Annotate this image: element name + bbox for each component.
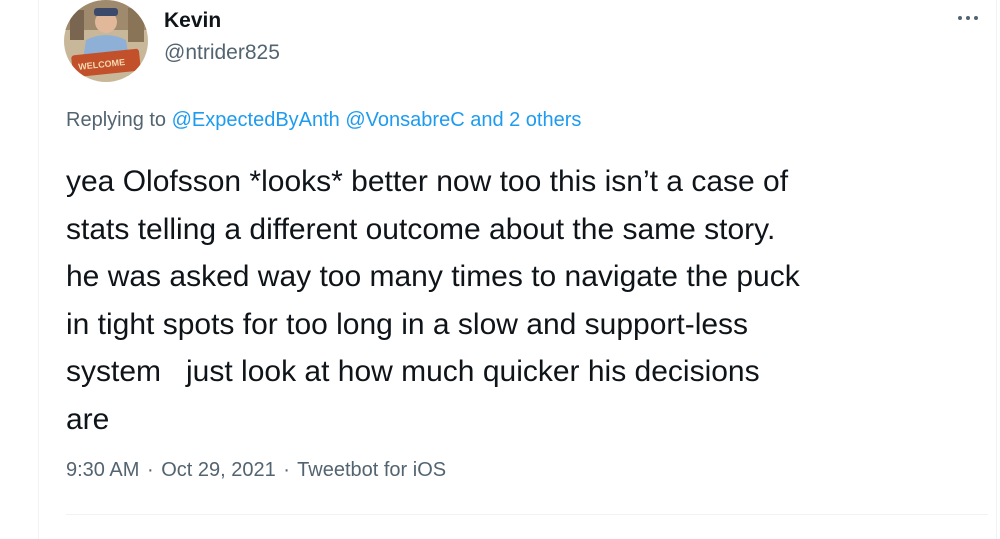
- tweet-source[interactable]: Tweetbot for iOS: [297, 459, 446, 481]
- tweet-text-line: system just look at how much quicker his…: [66, 355, 760, 388]
- tweet-metadata: 9:30 AM · Oct 29, 2021 · Tweetbot for iO…: [66, 458, 446, 482]
- divider: [66, 514, 988, 515]
- more-dot: [958, 16, 962, 20]
- more-horizontal-icon[interactable]: [951, 6, 985, 30]
- timeline-left-border: [38, 0, 39, 539]
- tweet-card: WELCOME Kevin @ntrider825 Replying to @E…: [0, 0, 1000, 539]
- meta-separator: ·: [146, 459, 154, 481]
- timestamp-time[interactable]: 9:30 AM: [66, 459, 139, 481]
- avatar[interactable]: WELCOME: [64, 0, 148, 82]
- tweet-text: yea Olofsson *looks* better now too this…: [66, 158, 991, 443]
- meta-separator: ·: [283, 459, 290, 481]
- timestamp-date[interactable]: Oct 29, 2021: [161, 459, 276, 481]
- mention-link[interactable]: @VonsabreC: [345, 109, 464, 131]
- mention-link[interactable]: @ExpectedByAnth: [172, 109, 340, 131]
- author-display-name[interactable]: Kevin: [164, 9, 221, 33]
- author-handle[interactable]: @ntrider825: [164, 41, 280, 65]
- others-link[interactable]: and 2 others: [470, 109, 581, 131]
- tweet-text-line: he was asked way too many times to navig…: [66, 260, 800, 293]
- replying-to-line: Replying to @ExpectedByAnth @VonsabreC a…: [66, 108, 581, 132]
- avatar-image: WELCOME: [64, 0, 148, 82]
- timeline-right-border: [996, 0, 997, 539]
- more-dot: [974, 16, 978, 20]
- replying-to-prefix: Replying to: [66, 109, 167, 131]
- tweet-text-line: are: [66, 402, 110, 436]
- tweet-text-line: in tight spots for too long in a slow an…: [66, 307, 749, 341]
- more-dot: [966, 16, 970, 20]
- tweet-text-line: yea Olofsson *looks* better now too this…: [66, 165, 789, 198]
- tweet-text-line: stats telling a different outcome about …: [66, 212, 776, 246]
